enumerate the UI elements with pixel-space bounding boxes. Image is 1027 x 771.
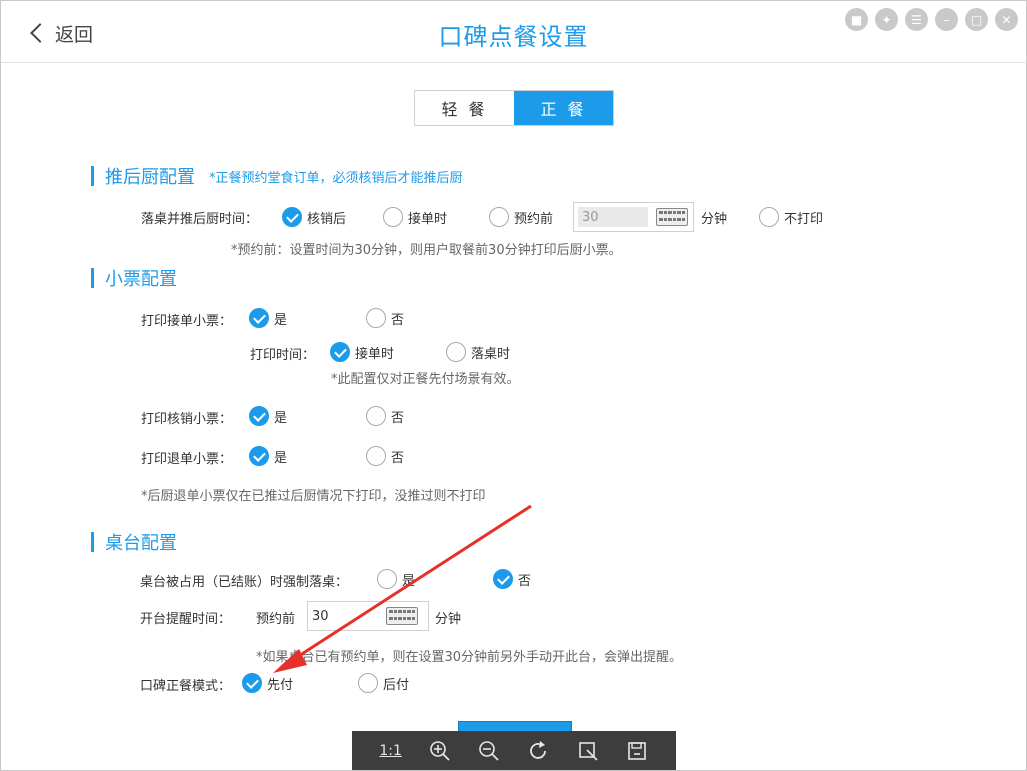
radio-circle-icon [366, 308, 386, 328]
mode-tabs: 轻 餐 正 餐 [414, 90, 614, 126]
radio-print-on-accept[interactable]: 接单时 [330, 342, 394, 362]
radio-print-on-seat[interactable]: 落桌时 [446, 342, 510, 362]
section-note: *正餐预约堂食订单，必须核销后才能推后厨 [209, 170, 463, 186]
check-icon [493, 569, 513, 589]
radio-circle-icon [383, 207, 403, 227]
keyboard-icon[interactable] [386, 607, 418, 625]
radio-circle-icon [377, 569, 397, 589]
check-icon [330, 342, 350, 362]
radio-force-no[interactable]: 否 [493, 569, 531, 589]
radio-accept-yes[interactable]: 是 [249, 308, 287, 328]
kitchen-minutes-input[interactable]: 30 [573, 202, 694, 232]
remind-prefix: 预约前 [256, 611, 296, 627]
pin-icon[interactable]: ✦ [875, 8, 898, 31]
minutes-value: 30 [578, 207, 648, 227]
radio-no-print[interactable]: 不打印 [759, 207, 823, 227]
print-verify-label: 打印核销小票： [141, 411, 233, 427]
title-bar: 返回 口碑点餐设置 ■ ✦ ☰ – □ ✕ [1, 1, 1026, 63]
radio-refund-yes[interactable]: 是 [249, 446, 287, 466]
check-icon [249, 446, 269, 466]
minimize-icon[interactable]: – [935, 8, 958, 31]
remind-time-label: 开台提醒时间： [140, 611, 232, 627]
radio-pay-later[interactable]: 后付 [358, 673, 409, 693]
remind-value: 30 [312, 608, 329, 624]
radio-circle-icon [489, 207, 509, 227]
section-kitchen-header: 推后厨配置 *正餐预约堂食订单，必须核销后才能推后厨 [91, 165, 463, 188]
radio-circle-icon [366, 406, 386, 426]
minutes-unit: 分钟 [701, 211, 728, 227]
menu-icon[interactable]: ☰ [905, 8, 928, 31]
radio-before-reserve[interactable]: 预约前 [489, 207, 553, 227]
maximize-icon[interactable]: □ [965, 8, 988, 31]
print-time-hint: *此配置仅对正餐先付场景有效。 [331, 371, 520, 387]
check-icon [242, 673, 262, 693]
section-title: 桌台配置 [105, 533, 177, 554]
radio-circle-icon [759, 207, 779, 227]
section-bar [91, 532, 94, 552]
tab-full-meal[interactable]: 正 餐 [514, 91, 613, 125]
remind-hint: *如果桌台已有预约单，则在设置30分钟前另外手动开此台，会弹出提醒。 [256, 649, 683, 665]
section-title: 小票配置 [105, 269, 177, 290]
radio-on-accept[interactable]: 接单时 [383, 207, 447, 227]
print-refund-label: 打印退单小票： [141, 451, 233, 467]
check-icon [249, 406, 269, 426]
section-bar [91, 166, 94, 186]
radio-force-yes[interactable]: 是 [377, 569, 415, 589]
force-seat-label: 桌台被占用（已结账）时强制落桌： [140, 574, 349, 590]
keyboard-icon[interactable] [656, 208, 688, 226]
section-ticket-header: 小票配置 [91, 267, 177, 290]
radio-accept-no[interactable]: 否 [366, 308, 404, 328]
remind-minutes-input[interactable]: 30 [307, 601, 429, 631]
actual-size-button[interactable]: 1:1 [376, 736, 406, 766]
save-icon[interactable] [622, 736, 652, 766]
check-icon [249, 308, 269, 328]
radio-pay-first[interactable]: 先付 [242, 673, 293, 693]
crop-icon[interactable] [573, 736, 603, 766]
radio-verify-yes[interactable]: 是 [249, 406, 287, 426]
check-icon [282, 207, 302, 227]
print-accept-label: 打印接单小票： [141, 313, 233, 329]
tab-light-meal[interactable]: 轻 餐 [415, 91, 514, 125]
section-table-header: 桌台配置 [91, 531, 177, 554]
radio-after-verify[interactable]: 核销后 [282, 207, 346, 227]
mode-label: 口碑正餐模式： [140, 678, 232, 694]
radio-circle-icon [446, 342, 466, 362]
section-bar [91, 268, 94, 288]
app-window: 返回 口碑点餐设置 ■ ✦ ☰ – □ ✕ 轻 餐 正 餐 推后厨配置 *正餐预… [0, 0, 1027, 771]
refund-hint: *后厨退单小票仅在已推过后厨情况下打印，没推过则不打印 [141, 488, 486, 504]
radio-circle-icon [358, 673, 378, 693]
close-icon[interactable]: ✕ [995, 8, 1018, 31]
image-viewer-toolbar: 1:1 [352, 731, 676, 770]
remind-unit: 分钟 [435, 611, 462, 627]
radio-circle-icon [366, 446, 386, 466]
skin-icon[interactable]: ■ [845, 8, 868, 31]
zoom-in-icon[interactable] [425, 736, 455, 766]
zoom-out-icon[interactable] [474, 736, 504, 766]
kitchen-time-label: 落桌并推后厨时间： [141, 211, 259, 227]
window-controls: ■ ✦ ☰ – □ ✕ [845, 8, 1018, 31]
print-time-label: 打印时间： [250, 347, 316, 363]
rotate-icon[interactable] [524, 736, 554, 766]
radio-verify-no[interactable]: 否 [366, 406, 404, 426]
radio-refund-no[interactable]: 否 [366, 446, 404, 466]
kitchen-hint: *预约前：设置时间为30分钟，则用户取餐前30分钟打印后厨小票。 [231, 242, 622, 258]
section-title: 推后厨配置 [105, 167, 195, 188]
